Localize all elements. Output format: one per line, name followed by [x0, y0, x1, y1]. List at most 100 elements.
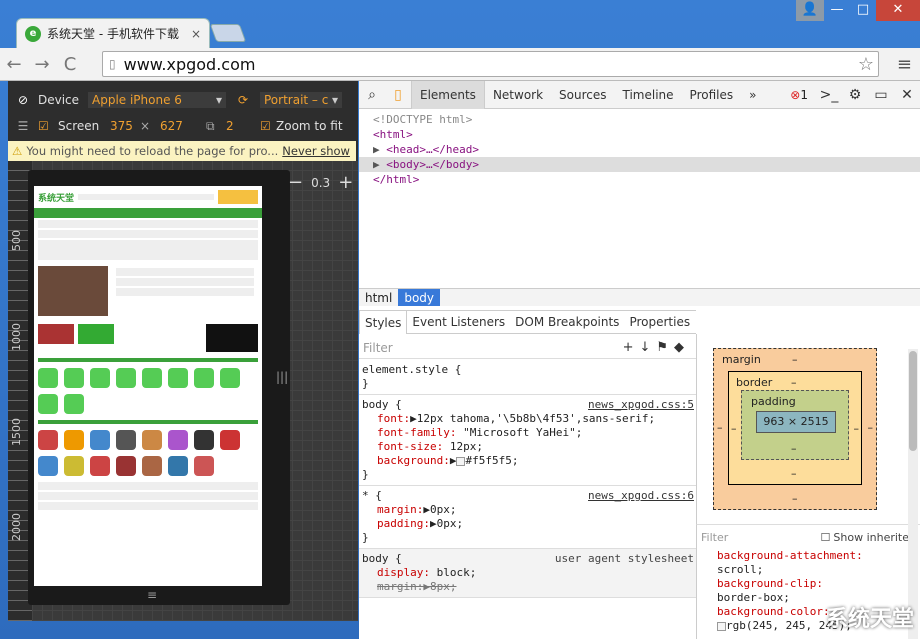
device-mode-icon[interactable]: ▯: [385, 87, 411, 103]
margin-top-value: –: [792, 353, 798, 366]
close-devtools-icon[interactable]: ✕: [894, 87, 920, 103]
reload-icon[interactable]: C: [56, 54, 84, 75]
resize-handle-icon[interactable]: |||: [276, 370, 288, 384]
rule-source-label: user agent stylesheet: [554, 552, 694, 565]
rule-universal[interactable]: * { news_xpgod.css:6 margin:▶0px; paddin…: [359, 486, 696, 549]
close-window-button[interactable]: ✕: [876, 0, 920, 21]
browser-tab[interactable]: e 系统天堂 - 手机软件下载 ×: [16, 18, 210, 48]
browser-toolbar: ← → C ▯ www.xpgod.com ☆ ≡: [0, 48, 920, 81]
breadcrumb: html body: [359, 288, 920, 306]
tab-timeline[interactable]: Timeline: [615, 81, 682, 109]
menu-icon[interactable]: ≡: [897, 54, 912, 75]
rule-source-link[interactable]: news_xpgod.css:5: [588, 398, 694, 411]
color-swatch[interactable]: [717, 621, 726, 631]
media-icon[interactable]: ☰: [8, 119, 38, 133]
zoom-out-button[interactable]: −: [288, 172, 303, 193]
rotate-icon[interactable]: ⟳: [226, 93, 260, 107]
dom-html-close[interactable]: </html>: [359, 172, 920, 187]
tab-sources[interactable]: Sources: [551, 81, 614, 109]
prop-name: padding:: [377, 517, 430, 530]
console-icon[interactable]: >_: [816, 87, 842, 103]
zoom-checkbox-icon[interactable]: ☑: [260, 119, 276, 133]
box-border[interactable]: border – – – – padding 963 × 2515 –: [728, 371, 862, 485]
box-padding[interactable]: padding 963 × 2515 –: [741, 390, 849, 460]
screen-width-input[interactable]: 375: [110, 119, 140, 133]
maximize-button[interactable]: □: [850, 0, 876, 21]
prop-value: 8px;: [429, 580, 457, 593]
inspect-icon[interactable]: ⌕: [359, 87, 385, 103]
tab-profiles[interactable]: Profiles: [682, 81, 742, 109]
prop-value: 0px;: [436, 517, 464, 530]
rule-body[interactable]: body { news_xpgod.css:5 font:▶12px tahom…: [359, 395, 696, 486]
watermark-logo: 系统天堂: [825, 607, 914, 632]
error-count: 1: [800, 87, 808, 102]
tab-styles[interactable]: Styles: [359, 310, 408, 334]
dom-body[interactable]: ▶ <body>…</body>: [359, 157, 920, 172]
warning-text: You might need to reload the page for pr…: [26, 144, 279, 158]
prop-value: #f5f5f5;: [465, 454, 519, 467]
rule-user-agent[interactable]: body { user agent stylesheet display: bl…: [359, 549, 696, 598]
tab-network[interactable]: Network: [485, 81, 551, 109]
back-icon[interactable]: ←: [0, 54, 28, 75]
address-bar[interactable]: ▯ www.xpgod.com ☆: [102, 51, 879, 77]
tab-elements[interactable]: Elements: [411, 80, 485, 109]
emulated-screen[interactable]: 系统天堂: [34, 186, 262, 586]
styles-filter-input[interactable]: Filter +↓⚑◆: [359, 337, 696, 359]
scrollbar-thumb[interactable]: [909, 351, 917, 451]
computed-prop: background-color:: [717, 605, 830, 618]
url-text: www.xpgod.com: [123, 54, 256, 74]
computed-filter-input[interactable]: Filter: [701, 531, 728, 544]
tab-close-icon[interactable]: ×: [191, 27, 201, 41]
resize-handle-bottom-icon[interactable]: ≡: [147, 588, 157, 602]
reload-warning: ⚠ You might need to reload the page for …: [8, 141, 356, 161]
devtools-tabbar: ⌕ ▯ Elements Network Sources Timeline Pr…: [359, 80, 920, 109]
crumb-body[interactable]: body: [398, 289, 441, 306]
screen-checkbox-icon[interactable]: ☑: [38, 119, 58, 133]
settings-gear-icon[interactable]: ⚙: [842, 87, 868, 103]
dock-icon[interactable]: ▭: [868, 87, 894, 103]
tab-dom-breakpoints[interactable]: DOM Breakpoints: [510, 310, 624, 334]
emulation-toggle-icon[interactable]: ⊘: [8, 93, 38, 107]
styles-filter-placeholder: Filter: [363, 340, 393, 355]
device-select[interactable]: Apple iPhone 6 ▾: [88, 92, 226, 108]
zoom-in-button[interactable]: +: [338, 172, 353, 193]
browser-window: 👤 — □ ✕ e 系统天堂 - 手机软件下载 × ← → C ▯ www.xp…: [0, 0, 920, 639]
rule-source-link[interactable]: news_xpgod.css:6: [588, 489, 694, 502]
orientation-select[interactable]: Portrait – c ▾: [260, 92, 342, 108]
box-margin[interactable]: margin – – – – border – – – – padding 96…: [713, 348, 877, 510]
user-icon[interactable]: 👤: [796, 0, 824, 21]
computed-prop: background-attachment:: [717, 549, 863, 562]
scrollbar[interactable]: [908, 349, 918, 639]
prop-value: 0px;: [429, 503, 457, 516]
box-model: margin – – – – border – – – – padding 96…: [696, 334, 920, 524]
never-show-link[interactable]: Never show: [282, 144, 350, 158]
zoom-to-fit-label: Zoom to fit: [276, 119, 343, 133]
error-icon[interactable]: ⊗: [790, 88, 800, 102]
rule-element-style[interactable]: element.style { }: [359, 360, 696, 395]
prop-name: background:: [377, 454, 450, 467]
show-inherited-checkbox[interactable]: ☐: [821, 531, 831, 544]
dom-head-text: <head>…</head>: [386, 143, 479, 156]
filter-tools-icon[interactable]: +↓⚑◆: [623, 340, 690, 355]
tab-event-listeners[interactable]: Event Listeners: [407, 310, 510, 334]
dom-html-open[interactable]: <html>: [359, 127, 920, 142]
dpr-input[interactable]: 2: [226, 119, 260, 133]
crumb-html[interactable]: html: [359, 289, 398, 306]
styles-tabbar: Styles Event Listeners DOM Breakpoints P…: [359, 310, 696, 334]
dom-doctype[interactable]: <!DOCTYPE html>: [359, 112, 920, 127]
rule-close: }: [362, 377, 369, 390]
box-content-size[interactable]: 963 × 2515: [756, 411, 836, 433]
border-bottom-value: –: [791, 467, 797, 480]
bookmark-star-icon[interactable]: ☆: [858, 54, 874, 75]
dom-head[interactable]: ▶ <head>…</head>: [359, 142, 920, 157]
new-tab-button[interactable]: [209, 24, 247, 42]
prop-value: 12px;: [449, 440, 483, 453]
margin-left-value: –: [717, 421, 723, 434]
tab-properties[interactable]: Properties: [624, 310, 695, 334]
computed-value: scroll;: [717, 563, 764, 576]
minimize-button[interactable]: —: [824, 0, 850, 21]
warning-icon: ⚠: [12, 144, 23, 158]
screen-height-input[interactable]: 627: [160, 119, 206, 133]
forward-icon[interactable]: →: [28, 54, 56, 75]
more-tabs[interactable]: »: [741, 81, 764, 109]
